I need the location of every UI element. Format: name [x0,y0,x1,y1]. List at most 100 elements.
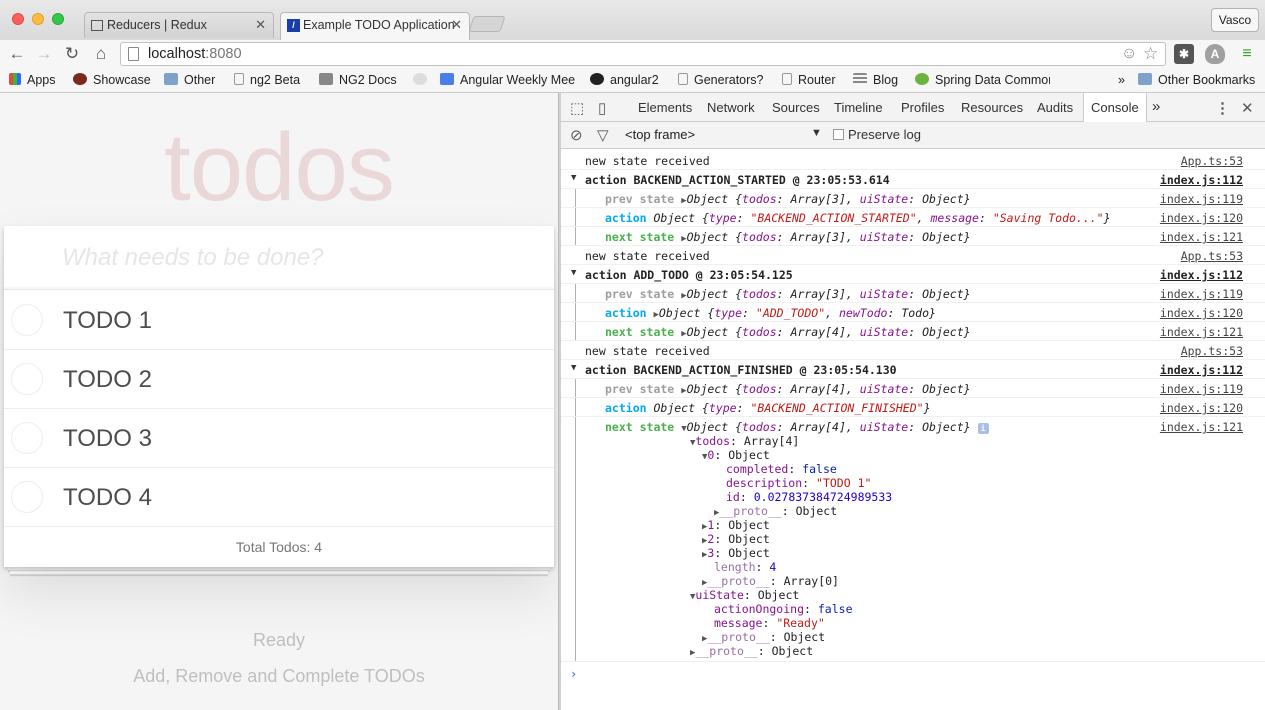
source-link[interactable]: index.js:121 [1160,230,1243,244]
console-group-header[interactable]: ▼ action BACKEND_ACTION_FINISHED @ 23:05… [561,360,1265,379]
bookmark-angular2[interactable]: angular2 [590,73,659,87]
apps-grid-icon [9,73,21,85]
device-mode-icon[interactable]: ▯ [598,99,606,117]
more-tabs-button[interactable]: » [1152,98,1160,115]
bookmark-angular-weekly[interactable]: Angular Weekly Meet [440,73,575,87]
source-link[interactable]: index.js:120 [1160,306,1243,320]
todo-label: TODO 1 [63,307,152,334]
tab-network[interactable]: Network [707,100,755,115]
inspect-element-icon[interactable]: ⬚ [570,99,584,117]
zoom-window-button[interactable] [52,13,64,25]
home-icon[interactable]: ⌂ [91,44,111,64]
source-link[interactable]: index.js:120 [1160,401,1243,415]
close-tab-icon[interactable]: ✕ [451,17,462,33]
expand-triangle-icon[interactable]: ▼ [571,268,576,278]
tree-node[interactable]: ▼uiState: Object [690,588,799,602]
bookmark-router[interactable]: Router [782,73,836,87]
source-link[interactable]: App.ts:53 [1181,344,1243,358]
bookmark-other[interactable]: Other [164,73,215,87]
source-link[interactable]: App.ts:53 [1181,249,1243,263]
tab-timeline[interactable]: Timeline [834,100,883,115]
close-devtools-icon[interactable]: ✕ [1241,99,1254,117]
close-window-button[interactable] [12,13,24,25]
tree-node[interactable]: ▶__proto__: Object [690,644,813,658]
source-link[interactable]: index.js:119 [1160,287,1243,301]
tab-console[interactable]: Console [1083,93,1147,122]
bookmark-blog[interactable]: Blog [853,73,898,87]
source-link[interactable]: index.js:120 [1160,211,1243,225]
todo-toggle-checkbox[interactable] [11,363,43,395]
todo-item[interactable]: TODO 1 [4,291,554,350]
chevron-down-icon[interactable]: ▼ [811,127,822,139]
source-link[interactable]: index.js:112 [1160,268,1243,282]
todo-item[interactable]: TODO 3 [4,409,554,468]
new-todo-input[interactable] [4,226,554,290]
bookmark-generators[interactable]: Generators? [678,73,763,87]
source-link[interactable]: index.js:121 [1160,420,1243,434]
console-group-header[interactable]: ▼ action ADD_TODO @ 23:05:54.125 index.j… [561,265,1265,284]
todo-label: TODO 2 [63,366,152,393]
more-options-icon[interactable]: ⋮ [1215,99,1230,117]
todo-toggle-checkbox[interactable] [11,481,43,513]
tab-resources[interactable]: Resources [961,100,1023,115]
bookmark-apps[interactable]: Apps [9,73,56,87]
tree-node[interactable]: ▶__proto__: Object [702,630,825,644]
bookmark-spring-data[interactable]: Spring Data Common [915,73,1050,87]
source-link[interactable]: index.js:112 [1160,363,1243,377]
angular-extension-icon[interactable]: A [1205,44,1225,64]
user-profile-button[interactable]: Vasco [1211,8,1259,32]
menu-icon[interactable]: ≡ [1237,44,1257,64]
source-link[interactable]: index.js:119 [1160,192,1243,206]
todo-toggle-checkbox[interactable] [11,304,43,336]
bookmark-reddit[interactable] [413,73,433,87]
clear-console-icon[interactable]: ⊘ [570,126,583,144]
tree-node[interactable]: ▶3: Object [702,546,770,560]
preserve-log-checkbox[interactable]: Preserve log [833,127,921,142]
bookmarks-overflow-button[interactable]: » [1118,73,1125,87]
todo-item[interactable]: TODO 4 [4,468,554,527]
expand-triangle-icon[interactable]: ▼ [571,363,576,373]
bookmark-showcase[interactable]: Showcase [73,73,151,87]
tab-todo-app[interactable]: / Example TODO Application ✕ [280,12,470,40]
source-link[interactable]: App.ts:53 [1181,154,1243,168]
source-link[interactable]: index.js:112 [1160,173,1243,187]
tree-node[interactable]: ▶2: Object [702,532,770,546]
address-bar[interactable]: localhost:8080 ☺ ☆ [120,42,1166,66]
todo-toggle-checkbox[interactable] [11,422,43,454]
minimize-window-button[interactable] [32,13,44,25]
forward-arrow-icon[interactable]: → [34,44,54,64]
tab-profiles[interactable]: Profiles [901,100,944,115]
extension-page-icon[interactable]: ☺ [1121,45,1137,63]
tree-node[interactable]: ▶__proto__: Array[0] [702,574,839,588]
frame-select[interactable]: <top frame> [625,127,695,142]
expand-triangle-icon[interactable]: ▼ [571,173,576,183]
reload-icon[interactable]: ↻ [62,44,82,64]
close-tab-icon[interactable]: ✕ [255,17,266,33]
console-prompt-icon[interactable]: › [570,667,577,681]
tree-node[interactable]: ▶1: Object [702,518,770,532]
source-link[interactable]: index.js:119 [1160,382,1243,396]
new-tab-button[interactable] [468,16,506,32]
console-group-header[interactable]: ▼ action BACKEND_ACTION_STARTED @ 23:05:… [561,170,1265,189]
source-link[interactable]: index.js:121 [1160,325,1243,339]
tab-label: Reducers | Redux [107,18,207,32]
back-arrow-icon[interactable]: ← [7,44,27,64]
tab-sources[interactable]: Sources [772,100,820,115]
reddit-icon [413,73,427,85]
todo-item[interactable]: TODO 2 [4,350,554,409]
bookmark-ng2-beta[interactable]: ng2 Beta [234,73,300,87]
tab-reducers[interactable]: Reducers | Redux ✕ [84,12,274,38]
puzzle-extension-icon[interactable]: ✱ [1174,44,1194,64]
bookmark-other-bookmarks[interactable]: Other Bookmarks [1138,73,1255,87]
tab-elements[interactable]: Elements [638,100,692,115]
docs-icon [319,73,333,85]
info-icon[interactable]: i [977,423,989,434]
tree-node[interactable]: ▶__proto__: Object [714,504,837,518]
tree-node[interactable]: ▼0: Object [702,448,770,462]
bookmark-ng2-docs[interactable]: NG2 Docs [319,73,397,87]
tree-node[interactable]: ▼todos: Array[4] [690,434,799,448]
bookmark-star-icon[interactable]: ☆ [1143,44,1158,64]
filter-icon[interactable]: ▽ [597,126,609,144]
tab-audits[interactable]: Audits [1037,100,1073,115]
checkbox-icon[interactable] [833,129,844,140]
